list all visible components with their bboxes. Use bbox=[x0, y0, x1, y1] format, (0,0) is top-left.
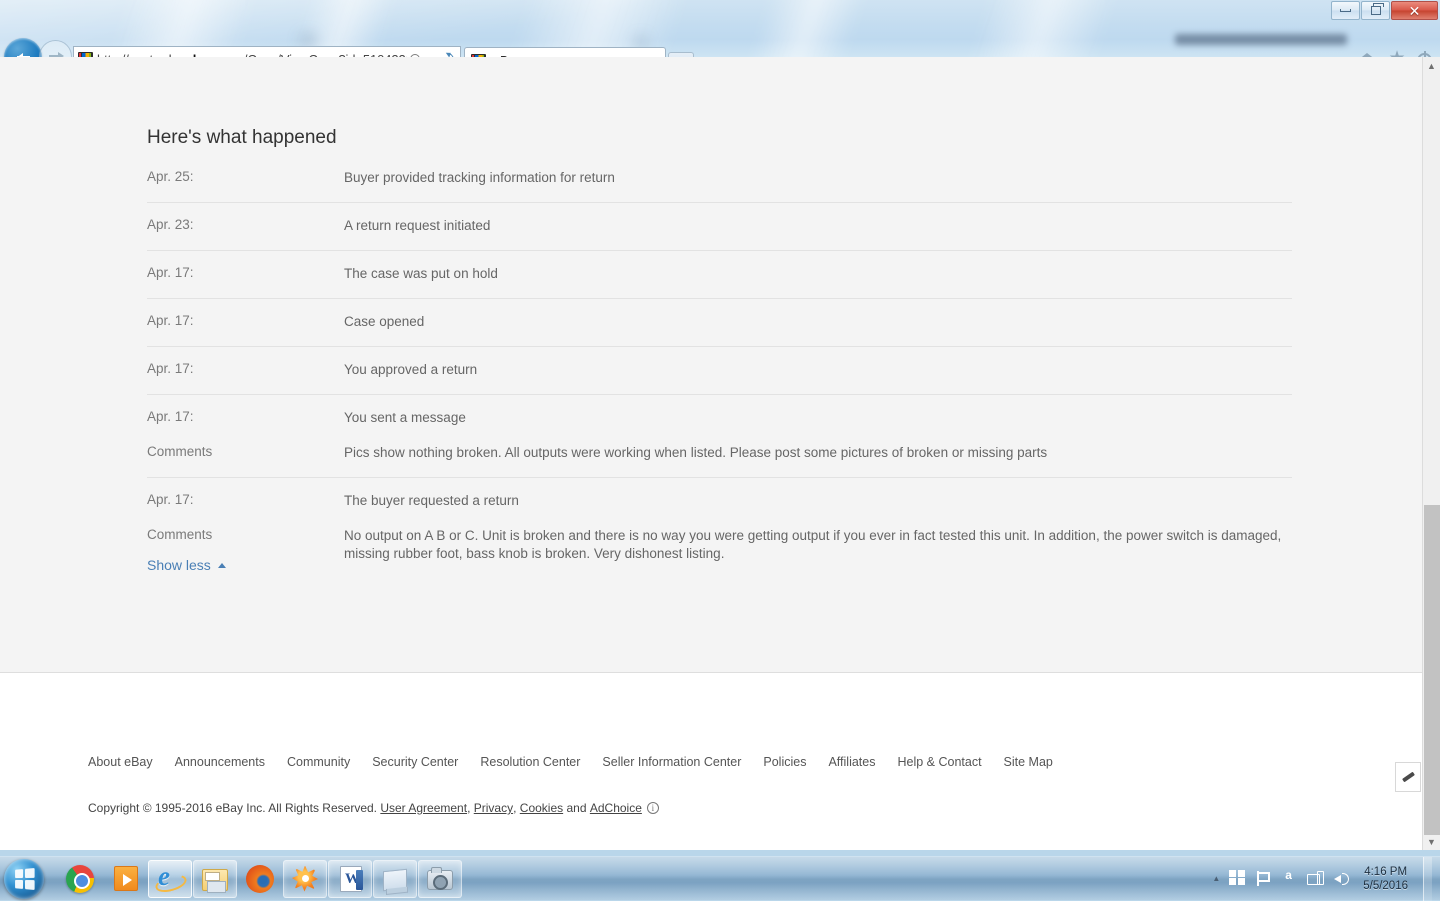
minimize-button[interactable] bbox=[1331, 1, 1360, 20]
taskbar-item-avast[interactable] bbox=[283, 860, 327, 898]
footer-link-cookies[interactable]: Cookies bbox=[520, 801, 563, 815]
show-less-label: Show less bbox=[147, 557, 211, 573]
start-button[interactable] bbox=[4, 859, 44, 899]
scrollbar-thumb[interactable] bbox=[1424, 505, 1440, 835]
taskbar-item-camera-viewer[interactable] bbox=[418, 860, 462, 898]
timeline-row: Apr. 17: You sent a message Comments Pic… bbox=[147, 395, 1292, 478]
timeline-event: Buyer provided tracking information for … bbox=[344, 169, 1292, 187]
footer-link-user-agreement[interactable]: User Agreement bbox=[380, 801, 467, 815]
timeline-date: Apr. 17: bbox=[147, 313, 344, 331]
timeline-row: Apr. 17: You approved a return bbox=[147, 347, 1292, 395]
show-less-link[interactable]: Show less bbox=[147, 557, 226, 573]
case-history-section: Here's what happened Apr. 25: Buyer prov… bbox=[0, 57, 1422, 673]
internet-explorer-icon bbox=[156, 865, 184, 893]
taskbar-item-sticky-notes[interactable] bbox=[373, 860, 417, 898]
restore-button[interactable] bbox=[1361, 1, 1390, 20]
timeline-date: Apr. 17: bbox=[147, 409, 344, 427]
timeline-row: Apr. 17: The buyer requested a return Co… bbox=[147, 478, 1292, 578]
footer-link-row: About eBay Announcements Community Secur… bbox=[88, 755, 1053, 769]
show-hidden-icons-arrow-icon[interactable]: ▲ bbox=[1212, 874, 1220, 883]
taskbar-item-firefox[interactable] bbox=[238, 860, 282, 898]
close-button[interactable]: ✕ bbox=[1391, 1, 1438, 20]
timeline-date: Apr. 17: bbox=[147, 492, 344, 510]
timeline-event: You sent a message bbox=[344, 409, 1292, 427]
windows-taskbar: ▲ 4:16 PM 5/5/2016 bbox=[0, 856, 1440, 900]
chrome-icon bbox=[66, 865, 94, 893]
timeline-event: The buyer requested a return bbox=[344, 492, 1292, 510]
timeline-event: Case opened bbox=[344, 313, 1292, 331]
copyright-line: Copyright © 1995-2016 eBay Inc. All Righ… bbox=[88, 801, 659, 815]
show-desktop-button[interactable] bbox=[1423, 857, 1432, 901]
pen-icon bbox=[1402, 772, 1415, 783]
footer-link-policies[interactable]: Policies bbox=[763, 755, 806, 769]
timeline-row: Apr. 17: The case was put on hold bbox=[147, 251, 1292, 299]
folder-icon bbox=[202, 869, 228, 891]
timeline-event: The case was put on hold bbox=[344, 265, 1292, 283]
scroll-down-button[interactable]: ▼ bbox=[1423, 833, 1440, 850]
page-title: Here's what happened bbox=[147, 127, 337, 149]
taskbar-item-internet-explorer[interactable] bbox=[148, 860, 192, 898]
footer-link-resolution-center[interactable]: Resolution Center bbox=[480, 755, 580, 769]
footer-link-help-contact[interactable]: Help & Contact bbox=[897, 755, 981, 769]
network-icon[interactable] bbox=[1307, 870, 1324, 887]
footer-link-site-map[interactable]: Site Map bbox=[1004, 755, 1053, 769]
notepad-icon bbox=[383, 869, 407, 892]
volume-icon[interactable] bbox=[1333, 870, 1350, 887]
floating-edit-widget[interactable] bbox=[1395, 762, 1421, 792]
action-flag-icon[interactable] bbox=[1255, 870, 1272, 887]
avast-tray-icon[interactable] bbox=[1281, 870, 1298, 887]
footer-link-announcements[interactable]: Announcements bbox=[175, 755, 265, 769]
avast-icon bbox=[292, 866, 318, 892]
scroll-up-button[interactable]: ▲ bbox=[1423, 57, 1440, 74]
footer-link-affiliates[interactable]: Affiliates bbox=[828, 755, 875, 769]
timeline-row: Apr. 23: A return request initiated bbox=[147, 203, 1292, 251]
timeline-comments-text: No output on A B or C. Unit is broken an… bbox=[344, 527, 1292, 563]
clock-date: 5/5/2016 bbox=[1363, 879, 1408, 893]
timeline-date: Apr. 17: bbox=[147, 361, 344, 379]
site-footer: About eBay Announcements Community Secur… bbox=[0, 673, 1422, 850]
timeline-comments-text: Pics show nothing broken. All outputs we… bbox=[344, 444, 1292, 462]
footer-link-adchoice[interactable]: AdChoice bbox=[590, 801, 642, 815]
taskbar-item-microsoft-word[interactable] bbox=[328, 860, 372, 898]
timeline-event: A return request initiated bbox=[344, 217, 1292, 235]
clock-time: 4:16 PM bbox=[1363, 865, 1408, 879]
vertical-scrollbar[interactable]: ▲ ▼ bbox=[1422, 57, 1440, 850]
desktop: ✕ http://postorder.ebay.com/Case/ViewCas… bbox=[0, 0, 1440, 900]
windows-flag-icon[interactable] bbox=[1229, 870, 1246, 887]
chevron-up-icon bbox=[218, 563, 226, 568]
taskbar-item-windows-media-player[interactable] bbox=[103, 860, 147, 898]
timeline-date: Apr. 23: bbox=[147, 217, 344, 235]
taskbar-item-chrome[interactable] bbox=[58, 860, 102, 898]
system-tray: ▲ 4:16 PM 5/5/2016 bbox=[1212, 857, 1440, 901]
footer-link-privacy[interactable]: Privacy bbox=[474, 801, 513, 815]
legal-and: and bbox=[566, 801, 586, 815]
clock[interactable]: 4:16 PM 5/5/2016 bbox=[1359, 865, 1408, 893]
media-player-icon bbox=[114, 866, 138, 891]
timeline-row: Apr. 17: Case opened bbox=[147, 299, 1292, 347]
page-viewport: Here's what happened Apr. 25: Buyer prov… bbox=[0, 57, 1422, 850]
word-icon bbox=[340, 866, 362, 892]
case-history-timeline: Apr. 25: Buyer provided tracking informa… bbox=[147, 155, 1292, 578]
camera-icon bbox=[427, 870, 453, 890]
timeline-event: You approved a return bbox=[344, 361, 1292, 379]
window-controls: ✕ bbox=[1330, 1, 1438, 21]
windows-logo-icon bbox=[15, 868, 35, 890]
footer-link-community[interactable]: Community bbox=[287, 755, 350, 769]
timeline-date: Apr. 17: bbox=[147, 265, 344, 283]
timeline-comments-label: Comments bbox=[147, 444, 344, 462]
adchoice-info-icon[interactable]: i bbox=[647, 802, 659, 814]
timeline-row: Apr. 25: Buyer provided tracking informa… bbox=[147, 155, 1292, 203]
browser-toolbar: http://postorder.ebay.com/Case/ViewCase?… bbox=[0, 20, 1440, 57]
footer-link-about-ebay[interactable]: About eBay bbox=[88, 755, 153, 769]
footer-link-security-center[interactable]: Security Center bbox=[372, 755, 458, 769]
timeline-date: Apr. 25: bbox=[147, 169, 344, 187]
firefox-icon bbox=[246, 865, 274, 893]
copyright-text: Copyright © 1995-2016 eBay Inc. All Righ… bbox=[88, 801, 377, 815]
taskbar-item-windows-explorer[interactable] bbox=[193, 860, 237, 898]
footer-link-seller-information-center[interactable]: Seller Information Center bbox=[602, 755, 741, 769]
taskbar-items bbox=[58, 860, 462, 898]
close-icon: ✕ bbox=[1409, 4, 1421, 18]
